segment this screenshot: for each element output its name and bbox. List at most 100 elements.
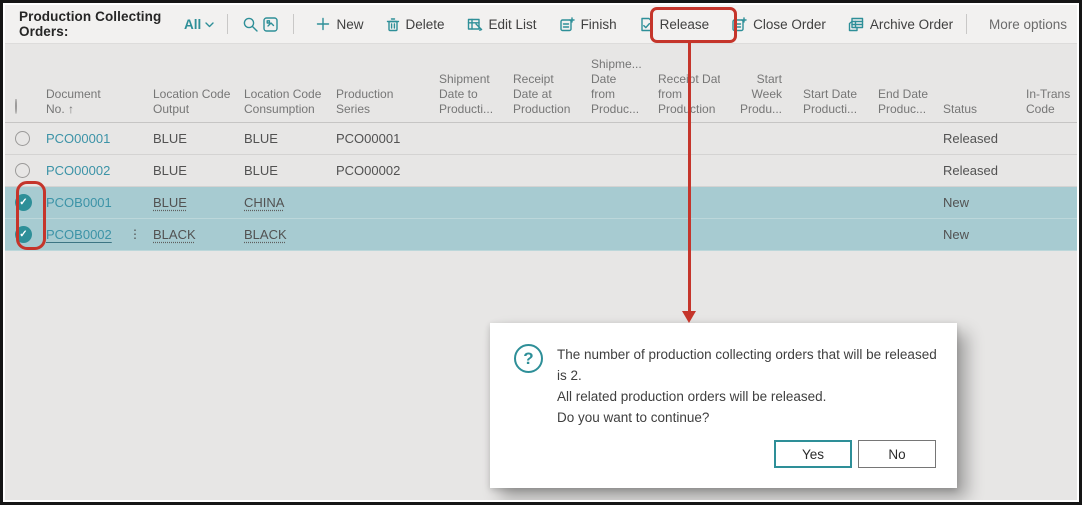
cell-out[interactable]: BLACK [145, 219, 236, 250]
release-button[interactable]: Release [639, 17, 710, 32]
cell-text-doc[interactable]: PCOB0002 [46, 219, 112, 250]
cell-shipfrom[interactable] [583, 187, 650, 218]
cell-recat[interactable] [505, 187, 583, 218]
cell-out[interactable]: BLUE [145, 187, 236, 218]
cell-doc[interactable]: PCO00002 [38, 155, 145, 186]
edit-list-button[interactable]: Edit List [467, 17, 537, 32]
cell-shipto[interactable] [431, 187, 505, 218]
cell-status[interactable]: Released [935, 123, 1018, 154]
row-context-menu-icon[interactable]: ⋮ [129, 219, 141, 250]
cell-out[interactable]: BLUE [145, 155, 236, 186]
select-all-checkbox[interactable] [15, 99, 17, 114]
cell-status[interactable]: New [935, 219, 1018, 250]
cell-week[interactable] [720, 219, 784, 250]
cell-cons[interactable]: CHINA [236, 187, 328, 218]
cell-shipfrom[interactable] [583, 155, 650, 186]
table-row[interactable]: ✓ PCOB0001 BLUECHINA New [5, 187, 1077, 219]
cell-recfrom[interactable] [650, 123, 720, 154]
row-select-checkbox[interactable] [15, 131, 30, 146]
column-header-shipto[interactable]: ShipmentDate toProducti... [431, 72, 505, 122]
cell-shipto[interactable] [431, 219, 505, 250]
column-header-doc[interactable]: DocumentNo. ↑ [38, 87, 145, 122]
cell-recat[interactable] [505, 123, 583, 154]
cell-shipfrom[interactable] [583, 123, 650, 154]
column-header-shipfrom[interactable]: Shipme...DatefromProduc... [583, 57, 650, 122]
cell-recfrom[interactable] [650, 187, 720, 218]
close-order-button[interactable]: Close Order [731, 17, 826, 32]
cell-out[interactable]: BLUE [145, 123, 236, 154]
cell-startd[interactable] [784, 187, 870, 218]
cell-intrans[interactable] [1018, 219, 1073, 250]
cell-intrans[interactable] [1018, 123, 1073, 154]
cell-text-doc[interactable]: PCO00001 [46, 123, 110, 154]
column-header-startd[interactable]: Start DateProducti... [784, 87, 870, 122]
column-header-recat[interactable]: ReceiptDate atProduction [505, 72, 583, 122]
cell-ser[interactable] [328, 219, 431, 250]
dialog-message: The number of production collecting orde… [557, 344, 939, 428]
view-filter-dropdown[interactable]: All [184, 17, 215, 32]
cell-shipfrom[interactable] [583, 219, 650, 250]
cell-shipto[interactable] [431, 155, 505, 186]
row-select-checkbox[interactable]: ✓ [15, 194, 32, 211]
delete-button[interactable]: Delete [386, 17, 445, 32]
column-header-recfrom[interactable]: Receipt DatefromProduction [650, 72, 720, 122]
cell-recat[interactable] [505, 219, 583, 250]
finish-button[interactable]: Finish [559, 17, 617, 32]
cell-startd[interactable] [784, 155, 870, 186]
archive-order-button-label: Archive Order [870, 17, 953, 32]
cell-sel[interactable] [5, 155, 38, 186]
archive-order-button[interactable]: Archive Order [848, 17, 953, 32]
cell-sel[interactable]: ✓ [5, 187, 38, 218]
cell-recfrom[interactable] [650, 155, 720, 186]
cell-ser[interactable]: PCO00002 [328, 155, 431, 186]
cell-cons[interactable]: BLUE [236, 123, 328, 154]
cell-doc[interactable]: PCOB0001 [38, 187, 145, 218]
cell-doc[interactable]: PCOB0002 ⋮ [38, 219, 145, 250]
cell-sel[interactable] [5, 123, 38, 154]
yes-button[interactable]: Yes [774, 440, 852, 468]
cell-week[interactable] [720, 123, 784, 154]
cell-intrans[interactable] [1018, 155, 1073, 186]
cell-text-doc[interactable]: PCOB0001 [46, 187, 112, 218]
no-button[interactable]: No [858, 440, 936, 468]
cell-status[interactable]: Released [935, 155, 1018, 186]
cell-recat[interactable] [505, 155, 583, 186]
column-header-out[interactable]: Location CodeOutput [145, 87, 236, 122]
table-row[interactable]: ✓PCOB0002⋮BLACKBLACKNew [5, 219, 1077, 251]
cell-endd[interactable] [870, 155, 935, 186]
cell-shipto[interactable] [431, 123, 505, 154]
column-header-status[interactable]: Status [935, 102, 1018, 122]
cell-startd[interactable] [784, 123, 870, 154]
table-row[interactable]: PCO00002BLUEBLUEPCO00002Released [5, 155, 1077, 187]
cell-endd[interactable] [870, 187, 935, 218]
column-header-week[interactable]: StartWeekProdu... [720, 72, 784, 122]
cell-cons[interactable]: BLACK [236, 219, 328, 250]
cell-endd[interactable] [870, 219, 935, 250]
row-select-checkbox[interactable]: ✓ [15, 226, 32, 243]
row-select-checkbox[interactable] [15, 163, 30, 178]
cell-sel[interactable]: ✓ [5, 219, 38, 250]
search-button[interactable] [240, 11, 260, 37]
cell-week[interactable] [720, 187, 784, 218]
column-header-endd[interactable]: End DateProduc... [870, 87, 935, 122]
more-options-button[interactable]: More options [989, 17, 1067, 32]
column-header-cons[interactable]: Location CodeConsumption [236, 87, 328, 122]
cell-startd[interactable] [784, 219, 870, 250]
cell-ser[interactable]: PCO00001 [328, 123, 431, 154]
cell-intrans[interactable] [1018, 187, 1073, 218]
cell-endd[interactable] [870, 123, 935, 154]
analyze-button[interactable] [260, 11, 280, 37]
cell-week[interactable] [720, 155, 784, 186]
column-header-ser[interactable]: ProductionSeries [328, 87, 431, 122]
cell-ser[interactable] [328, 187, 431, 218]
cell-cons[interactable]: BLUE [236, 155, 328, 186]
list-toolbar: Production Collecting Orders: All New [5, 5, 1077, 44]
new-button[interactable]: New [316, 17, 363, 32]
cell-status[interactable]: New [935, 187, 1018, 218]
column-header-intrans[interactable]: In-TransCode [1018, 87, 1073, 122]
table-row[interactable]: PCO00001BLUEBLUEPCO00001Released [5, 123, 1077, 155]
cell-recfrom[interactable] [650, 219, 720, 250]
cell-doc[interactable]: PCO00001 [38, 123, 145, 154]
column-header-sel[interactable] [5, 99, 38, 122]
cell-text-doc[interactable]: PCO00002 [46, 155, 110, 186]
